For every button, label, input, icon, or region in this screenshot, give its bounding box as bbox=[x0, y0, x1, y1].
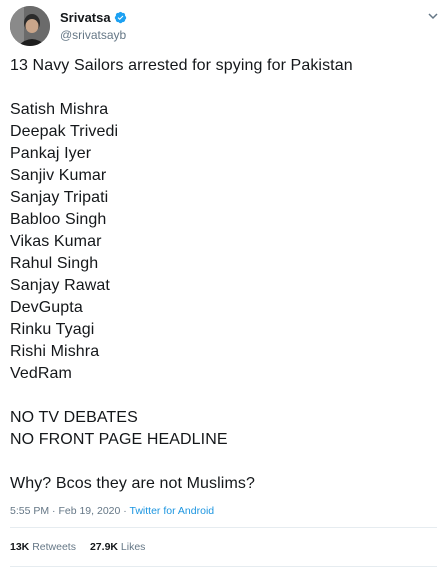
list-item: Rahul Singh bbox=[10, 255, 99, 272]
list-item: Satish Mishra bbox=[10, 101, 109, 118]
avatar[interactable] bbox=[10, 6, 50, 46]
meta-separator: · bbox=[123, 505, 127, 517]
divider bbox=[10, 527, 437, 528]
list-item: Pankaj Iyer bbox=[10, 145, 92, 162]
list-item: VedRam bbox=[10, 365, 72, 382]
list-item: Deepak Trivedi bbox=[10, 123, 119, 140]
retweets-stat[interactable]: 13K Retweets bbox=[10, 540, 76, 554]
tweet-time[interactable]: 5:55 PM bbox=[10, 505, 49, 517]
verified-badge-icon bbox=[114, 11, 126, 24]
list-item: Vikas Kumar bbox=[10, 233, 102, 250]
list-item: Sanjiv Kumar bbox=[10, 167, 107, 184]
likes-stat[interactable]: 27.9K Likes bbox=[90, 540, 145, 554]
statement-line: NO TV DEBATES bbox=[10, 409, 138, 426]
tweet-date[interactable]: Feb 19, 2020 bbox=[58, 505, 120, 517]
divider bbox=[10, 566, 437, 567]
tweet-headline: 13 Navy Sailors arrested for spying for … bbox=[10, 57, 353, 74]
likes-count: 27.9K bbox=[89, 541, 118, 553]
author-display-name[interactable]: Srivatsa bbox=[60, 10, 111, 25]
names-list: Satish Mishra Deepak Trivedi Pankaj Iyer… bbox=[10, 99, 437, 385]
tweet-metadata: 5:55 PM · Feb 19, 2020 · Twitter for And… bbox=[10, 504, 214, 518]
retweets-count: 13K bbox=[10, 541, 30, 553]
list-item: Rinku Tyagi bbox=[10, 321, 95, 338]
retweets-label: Retweets bbox=[32, 541, 76, 553]
list-item: Babloo Singh bbox=[10, 211, 107, 228]
tweet-closing: Why? Bcos they are not Muslims? bbox=[10, 475, 255, 492]
tweet-source-link[interactable]: Twitter for Android bbox=[130, 505, 215, 517]
author-handle[interactable]: @srivatsayb bbox=[60, 28, 126, 42]
tweet-stats: 13K Retweets 27.9K Likes bbox=[10, 540, 145, 554]
list-item: DevGupta bbox=[10, 299, 83, 316]
tweet-text: 13 Navy Sailors arrested for spying for … bbox=[10, 55, 437, 495]
likes-label: Likes bbox=[120, 541, 146, 553]
list-item: Sanjay Rawat bbox=[10, 277, 110, 294]
meta-separator: · bbox=[52, 505, 56, 517]
chevron-down-icon[interactable] bbox=[427, 10, 439, 22]
list-item: Rishi Mishra bbox=[10, 343, 100, 360]
statement-line: NO FRONT PAGE HEADLINE bbox=[10, 431, 228, 448]
list-item: Sanjay Tripati bbox=[10, 189, 109, 206]
author-name-row: Srivatsa bbox=[60, 10, 127, 25]
person-avatar-icon bbox=[10, 6, 50, 46]
